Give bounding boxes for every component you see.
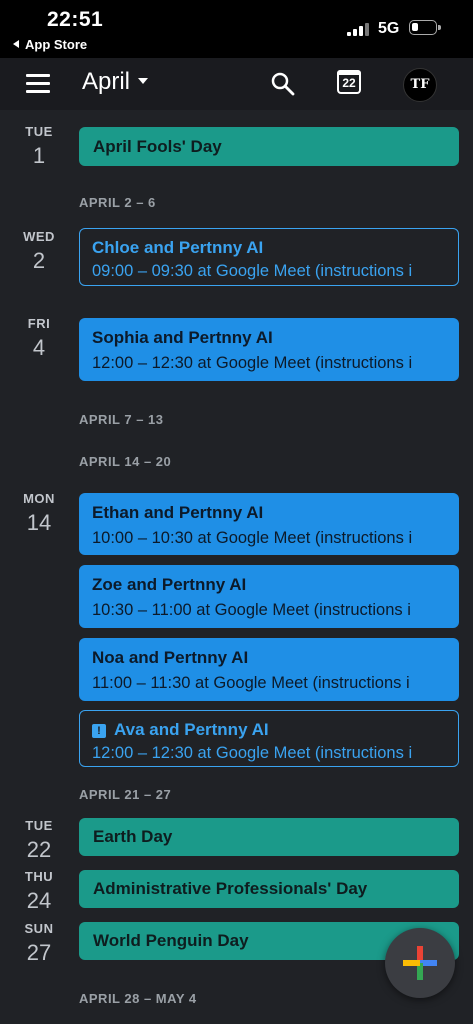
day-number: 1 — [32, 143, 46, 168]
avatar-initials: TF — [410, 77, 430, 92]
event-title: April Fools' Day — [93, 137, 222, 156]
signal-icon — [347, 22, 373, 36]
status-bar: 22:51 App Store 5G — [0, 0, 473, 58]
day-label: FRI 4 — [0, 316, 78, 361]
day-number: 4 — [32, 335, 46, 360]
calendar-event[interactable]: Zoe and Pertnny AI 10:30 – 11:00 at Goog… — [79, 565, 459, 628]
event-time: 12:00 – 12:30 at Google Meet (instructio… — [92, 744, 413, 762]
event-title: Sophia and Pertnny AI — [92, 328, 273, 347]
plus-icon — [403, 946, 437, 980]
event-title: Administrative Professionals' Day — [93, 879, 368, 898]
battery-icon — [409, 20, 441, 35]
event-title: Zoe and Pertnny AI — [92, 575, 247, 594]
network-type: 5G — [378, 20, 400, 37]
event-title: Noa and Pertnny AI — [92, 648, 249, 667]
avatar[interactable]: TF — [403, 68, 437, 102]
event-time: 10:30 – 11:00 at Google Meet (instructio… — [92, 601, 411, 619]
month-label: April — [82, 68, 131, 95]
event-time: 10:00 – 10:30 at Google Meet (instructio… — [92, 529, 413, 547]
holiday-event[interactable]: Earth Day — [79, 818, 459, 856]
event-title: Chloe and Pertnny AI — [92, 238, 264, 257]
calendar-today-icon[interactable]: 22 — [337, 70, 361, 94]
event-title: Ethan and Pertnny AI — [92, 503, 264, 522]
back-arrow-icon — [13, 40, 19, 48]
holiday-event[interactable]: April Fools' Day — [79, 127, 459, 166]
day-of-week: WED — [23, 229, 55, 244]
day-number: 24 — [26, 888, 52, 913]
calendar-event[interactable]: Sophia and Pertnny AI 12:00 – 12:30 at G… — [79, 318, 459, 381]
holiday-event[interactable]: Administrative Professionals' Day — [79, 870, 459, 908]
week-range: APRIL 2 – 6 — [79, 195, 156, 210]
day-label: MON 14 — [0, 491, 78, 536]
day-label: TUE 22 — [0, 818, 78, 863]
event-time: 12:00 – 12:30 at Google Meet (instructio… — [92, 354, 413, 372]
day-of-week: THU — [24, 869, 54, 884]
app-bar: April 22 TF — [0, 58, 473, 110]
day-label: SUN 27 — [0, 921, 78, 966]
event-time: 09:00 – 09:30 at Google Meet (instructio… — [92, 262, 413, 280]
day-label: TUE 1 — [0, 124, 78, 169]
event-time: 11:00 – 11:30 at Google Meet (instructio… — [92, 674, 410, 692]
event-title: Earth Day — [93, 827, 173, 846]
week-range: APRIL 7 – 13 — [79, 412, 164, 427]
create-event-button[interactable] — [385, 928, 455, 998]
day-label: THU 24 — [0, 869, 78, 914]
search-icon[interactable] — [270, 71, 296, 97]
day-of-week: MON — [23, 491, 55, 506]
calendar-event[interactable]: ! Ava and Pertnny AI 12:00 – 12:30 at Goo… — [79, 710, 459, 767]
today-date: 22 — [342, 76, 356, 90]
back-label: App Store — [25, 37, 88, 52]
calendar-event[interactable]: Ethan and Pertnny AI 10:00 – 10:30 at Go… — [79, 493, 459, 555]
day-label: WED 2 — [0, 229, 78, 274]
month-selector[interactable]: April — [82, 68, 149, 96]
back-to-app-store[interactable]: App Store — [13, 37, 87, 52]
event-title: World Penguin Day — [93, 931, 249, 950]
day-number: 22 — [26, 837, 52, 862]
day-of-week: TUE — [25, 124, 53, 139]
day-of-week: TUE — [25, 818, 53, 833]
calendar-event[interactable]: Chloe and Pertnny AI 09:00 – 09:30 at Go… — [79, 228, 459, 286]
week-range: APRIL 28 – MAY 4 — [79, 991, 197, 1006]
clock: 22:51 — [47, 8, 104, 31]
week-range: APRIL 21 – 27 — [79, 787, 172, 802]
day-number: 2 — [32, 248, 46, 273]
day-number: 27 — [26, 940, 52, 965]
caret-down-icon — [138, 78, 149, 84]
day-of-week: SUN — [24, 921, 54, 936]
exclamation-icon: ! — [92, 724, 106, 738]
hamburger-icon[interactable] — [26, 74, 50, 94]
week-range: APRIL 14 – 20 — [79, 454, 172, 469]
day-number: 14 — [26, 510, 52, 535]
calendar-event[interactable]: Noa and Pertnny AI 11:00 – 11:30 at Goog… — [79, 638, 459, 701]
event-title: Ava and Pertnny AI — [114, 720, 269, 739]
day-of-week: FRI — [27, 316, 51, 331]
